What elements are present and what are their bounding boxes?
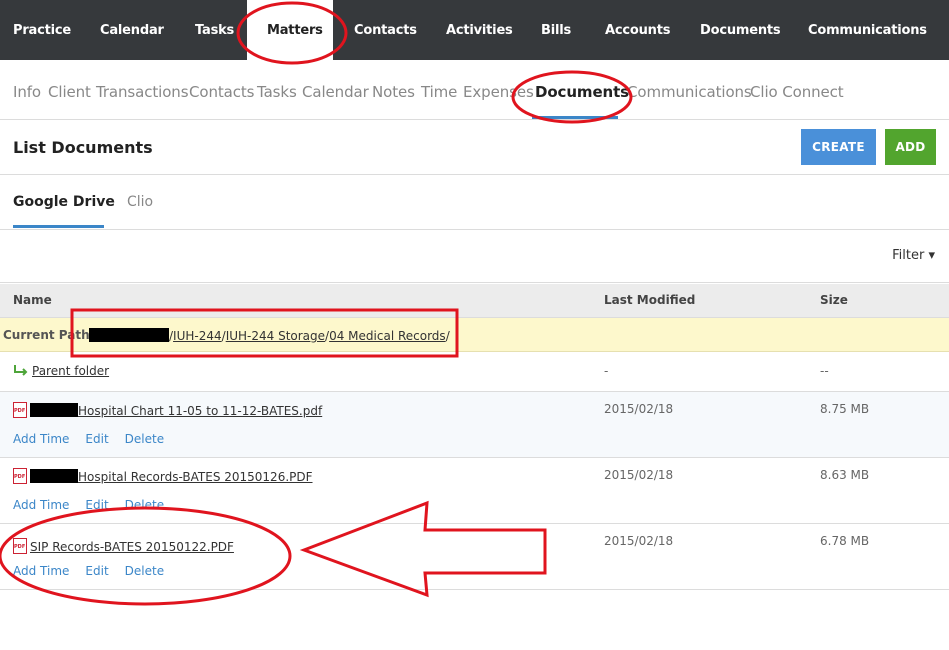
column-header-name[interactable]: Name — [13, 293, 52, 307]
breadcrumb: /IUH-244/IUH-244 Storage/04 Medical Reco… — [89, 328, 450, 343]
nav-tasks[interactable]: Tasks — [195, 0, 234, 60]
column-header-last-modified[interactable]: Last Modified — [604, 293, 695, 307]
row-actions: Add Time Edit Delete — [13, 498, 180, 512]
pdf-file-icon — [13, 468, 27, 484]
add-time-link[interactable]: Add Time — [13, 564, 69, 578]
subnav-tasks[interactable]: Tasks — [257, 83, 297, 101]
file-name-cell: Hospital Chart 11-05 to 11-12-BATES.pdf — [13, 402, 322, 418]
last-modified-cell: 2015/02/18 — [604, 402, 674, 416]
table-row: SIP Records-BATES 20150122.PDF Add Time E… — [0, 524, 949, 590]
subnav-time[interactable]: Time — [421, 83, 457, 101]
row-actions: Add Time Edit Delete — [13, 432, 180, 446]
nav-activities[interactable]: Activities — [446, 0, 513, 60]
delete-link[interactable]: Delete — [125, 498, 164, 512]
delete-link[interactable]: Delete — [125, 564, 164, 578]
parent-folder-link[interactable]: Parent folder — [32, 364, 109, 378]
breadcrumb-link[interactable]: IUH-244 — [173, 329, 222, 343]
nav-accounts[interactable]: Accounts — [605, 0, 670, 60]
create-button[interactable]: CREATE — [801, 129, 876, 165]
subnav-expenses[interactable]: Expenses — [463, 83, 534, 101]
redacted-path-segment — [89, 328, 169, 342]
nav-calendar[interactable]: Calendar — [100, 0, 164, 60]
file-link[interactable]: SIP Records-BATES 20150122.PDF — [30, 540, 234, 554]
breadcrumb-link[interactable]: 04 Medical Records — [329, 329, 446, 343]
redacted-name-prefix — [30, 403, 78, 417]
pdf-file-icon — [13, 538, 27, 554]
filter-bar: Filter ▾ — [0, 231, 949, 283]
size-cell: 8.63 MB — [820, 468, 870, 482]
subnav-clio-connect[interactable]: Clio Connect — [750, 83, 844, 101]
table-row: Hospital Records-BATES 20150126.PDF Add … — [0, 458, 949, 524]
column-header-size[interactable]: Size — [820, 293, 848, 307]
subnav-contacts[interactable]: Contacts — [189, 83, 254, 101]
parent-folder-cell: Parent folder — [13, 364, 109, 378]
nav-documents[interactable]: Documents — [700, 0, 781, 60]
subnav-active-indicator — [532, 116, 618, 119]
pdf-file-icon — [13, 402, 27, 418]
subnav-transactions[interactable]: Transactions — [96, 83, 189, 101]
edit-link[interactable]: Edit — [85, 498, 108, 512]
table-row: Hospital Chart 11-05 to 11-12-BATES.pdf … — [0, 392, 949, 458]
filter-dropdown[interactable]: Filter ▾ — [892, 248, 935, 263]
nav-communications[interactable]: Communications — [808, 0, 927, 60]
tab-clio[interactable]: Clio — [127, 194, 153, 210]
subnav-notes[interactable]: Notes — [372, 83, 415, 101]
size-cell: 6.78 MB — [820, 534, 870, 548]
breadcrumb-link[interactable]: IUH-244 Storage — [226, 329, 325, 343]
file-link[interactable]: Hospital Records-BATES 20150126.PDF — [78, 470, 313, 484]
folder-up-icon — [14, 365, 28, 376]
page-title: List Documents — [13, 138, 153, 157]
last-modified-cell: 2015/02/18 — [604, 534, 674, 548]
nav-contacts[interactable]: Contacts — [354, 0, 417, 60]
matter-subnav: Info Client Transactions Contacts Tasks … — [0, 60, 949, 120]
subnav-calendar[interactable]: Calendar — [302, 83, 369, 101]
document-source-tabs: Google Drive Clio — [0, 176, 949, 230]
add-time-link[interactable]: Add Time — [13, 498, 69, 512]
subnav-documents[interactable]: Documents — [535, 83, 629, 101]
subnav-info[interactable]: Info — [13, 83, 41, 101]
add-time-link[interactable]: Add Time — [13, 432, 69, 446]
nav-matters[interactable]: Matters — [247, 0, 333, 60]
nav-practice[interactable]: Practice — [13, 0, 71, 60]
subnav-client[interactable]: Client — [48, 83, 91, 101]
file-name-cell: SIP Records-BATES 20150122.PDF — [13, 538, 234, 554]
main-nav-bar: Practice Calendar Tasks Matters Contacts… — [0, 0, 949, 60]
nav-bills[interactable]: Bills — [541, 0, 571, 60]
tab-google-drive[interactable]: Google Drive — [13, 194, 115, 210]
file-link[interactable]: Hospital Chart 11-05 to 11-12-BATES.pdf — [78, 404, 322, 418]
table-row-parent-folder: Parent folder - -- — [0, 352, 949, 392]
edit-link[interactable]: Edit — [85, 432, 108, 446]
redacted-name-prefix — [30, 469, 78, 483]
current-path-row: Current Path: /IUH-244/IUH-244 Storage/0… — [0, 318, 949, 352]
last-modified-cell: 2015/02/18 — [604, 468, 674, 482]
size-cell: 8.75 MB — [820, 402, 870, 416]
last-modified-cell: - — [604, 364, 609, 378]
subnav-communications[interactable]: Communications — [627, 83, 752, 101]
page-header: List Documents CREATE ADD — [0, 121, 949, 175]
row-actions: Add Time Edit Delete — [13, 564, 180, 578]
file-name-cell: Hospital Records-BATES 20150126.PDF — [13, 468, 313, 484]
add-button[interactable]: ADD — [885, 129, 936, 165]
current-path-label: Current Path: — [3, 328, 95, 342]
size-cell: -- — [820, 364, 829, 378]
table-header: Name Last Modified Size — [0, 284, 949, 318]
edit-link[interactable]: Edit — [85, 564, 108, 578]
delete-link[interactable]: Delete — [125, 432, 164, 446]
tab-active-indicator — [13, 225, 104, 228]
